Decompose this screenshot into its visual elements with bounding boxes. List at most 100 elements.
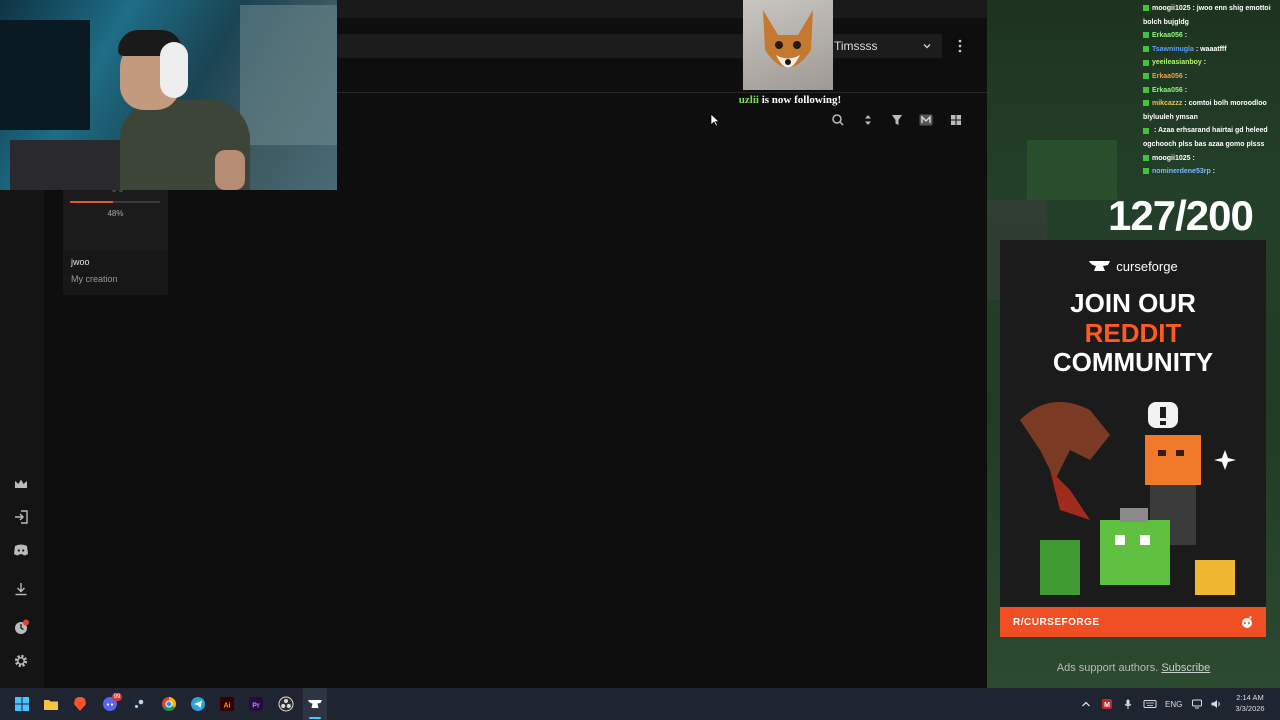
clock-time: 2:14 AM (1236, 693, 1264, 702)
premiere-icon[interactable]: Pr (248, 696, 264, 712)
chat-message: Erkaa056 : (1143, 84, 1280, 98)
sort-icon[interactable] (860, 112, 876, 128)
chat-username: mikcazzz (1152, 100, 1183, 108)
network-icon[interactable] (1191, 698, 1203, 710)
brave-browser-icon[interactable] (72, 696, 88, 712)
follower-name: uzlii (738, 94, 759, 106)
svg-text:Pr: Pr (252, 703, 260, 710)
creation-card[interactable]: Downloading game... 48% jwoo My creation (63, 182, 168, 295)
chat-message: Tsawninugla : waaatfff (1143, 43, 1280, 57)
follow-message: is now following! (758, 94, 842, 106)
chat-username: Erkaa056 (1152, 72, 1183, 80)
subscribe-link[interactable]: Subscribe (1161, 662, 1210, 674)
chat-username: Erkaa056 (1152, 86, 1183, 94)
chat-message: Erkaa056 : (1143, 29, 1280, 43)
chat-separator: : (1182, 72, 1188, 80)
chat-message: : Azaa erhsarand hairtai gd heleed ogcho… (1143, 124, 1280, 151)
user-select-label: Timssss (834, 39, 878, 53)
volume-icon[interactable] (1210, 698, 1222, 710)
chat-message: moogii1025 : (1143, 152, 1280, 166)
fox-icon (763, 10, 813, 68)
filter-icon[interactable] (889, 112, 905, 128)
chat-badge-icon (1143, 86, 1149, 93)
follower-goal-counter: 127/200 (1108, 192, 1254, 239)
ad-footer-text: Ads support authors. (1056, 662, 1159, 674)
illustrator-icon[interactable]: Ai (219, 696, 235, 712)
telegram-icon[interactable] (190, 696, 206, 712)
chat-username: Tsawninugla (1152, 45, 1194, 53)
follow-alert-text: uzlii is now following! (720, 94, 860, 106)
chat-badge-icon (1143, 32, 1149, 39)
chat-badge-icon (1143, 73, 1149, 80)
ad-illustration (1020, 402, 1236, 595)
system-tray: M ENG (1080, 688, 1229, 720)
chat-message: yeeileasianboy : (1143, 56, 1280, 70)
download-icon[interactable] (12, 580, 30, 598)
tray-app-icon[interactable]: M (1101, 698, 1113, 710)
steam-icon[interactable] (131, 696, 147, 712)
ad-brand: curseforge (1000, 259, 1266, 274)
chat-separator: : (1190, 154, 1195, 162)
chat-badge-icon (1143, 45, 1149, 52)
discord-icon[interactable] (12, 541, 30, 559)
chat-overlay: moogii1025 : jwoo enn shig emottoi bolch… (1143, 2, 1280, 179)
reddit-icon (1242, 616, 1252, 628)
chat-badge-icon (1143, 168, 1149, 175)
ad-headline-3: COMMUNITY (1052, 347, 1214, 377)
microphone-icon[interactable] (1122, 698, 1134, 710)
chrome-icon[interactable] (161, 696, 177, 712)
ad-headline-2: REDDIT (1084, 318, 1182, 348)
chat-separator: : (1210, 168, 1216, 176)
chat-separator: : (1182, 32, 1188, 40)
chat-message: mikcazzz : comtoi bolh moroodloo biyluul… (1143, 97, 1280, 124)
settings-gear-icon[interactable] (12, 652, 30, 670)
user-select-dropdown[interactable]: Timssss (828, 34, 942, 58)
chat-username: nominerdene53rp (1152, 168, 1211, 176)
chevron-up-icon[interactable] (1080, 698, 1092, 710)
follow-alert-image (743, 0, 833, 90)
keyboard-icon[interactable] (1143, 698, 1157, 710)
modpack-icon[interactable] (918, 112, 934, 128)
chat-badge-icon (1143, 127, 1149, 134)
creation-subtitle: My creation (71, 274, 118, 284)
chat-username: yeeileasianboy (1152, 59, 1202, 67)
chat-username: moogii1025 (1152, 154, 1191, 162)
ad-footer: Ads support authors. Subscribe (987, 662, 1280, 674)
mouse-cursor-icon (710, 113, 720, 127)
more-options-icon[interactable] (952, 38, 968, 54)
obs-icon[interactable] (278, 696, 294, 712)
crown-icon[interactable] (12, 475, 30, 493)
chat-badge-icon (1143, 154, 1149, 161)
chat-message: nominerdene53rp : (1143, 165, 1280, 179)
creation-name: jwoo (71, 257, 90, 267)
chat-text: Azaa erhsarand hairtai gd heleed ogchooc… (1143, 127, 1268, 148)
search-icon[interactable] (830, 112, 846, 128)
chat-separator: : (1201, 59, 1207, 67)
windows-start-icon[interactable] (14, 696, 30, 712)
curseforge-taskbar-icon[interactable] (307, 696, 323, 712)
chevron-down-icon (923, 44, 931, 49)
language-indicator[interactable]: ENG (1165, 700, 1182, 709)
download-progress-label: 48% (107, 209, 124, 218)
ad-brand-text: curseforge (1116, 259, 1178, 274)
chat-badge-icon (1143, 59, 1149, 66)
chat-text: waaatfff (1200, 45, 1227, 53)
taskbar-clock[interactable]: 2:14 AM 3/3/2026 (1226, 692, 1274, 714)
login-icon[interactable] (12, 508, 30, 526)
ad-headline-1: JOIN OUR (1070, 288, 1196, 318)
file-explorer-icon[interactable] (43, 696, 59, 712)
grid-view-icon[interactable] (948, 112, 964, 128)
active-app-indicator (309, 717, 321, 719)
chat-message: Erkaa056 : (1143, 70, 1280, 84)
webcam-overlay (0, 0, 337, 190)
chat-message: moogii1025 : jwoo enn shig emottoi bolch… (1143, 2, 1280, 29)
curseforge-anvil-icon (1089, 261, 1111, 271)
left-sidebar (0, 190, 44, 688)
chat-username: moogii1025 (1152, 5, 1191, 12)
chat-badge-icon (1143, 5, 1149, 12)
notifications-icon[interactable] (12, 618, 30, 636)
curseforge-ad[interactable]: curseforge JOIN OUR REDDIT COMMUNITY R/C… (1000, 240, 1266, 637)
ad-cta-button[interactable]: R/CURSEFORGE (1000, 607, 1266, 637)
chat-username: Erkaa056 (1152, 32, 1183, 40)
download-progress-fill (70, 201, 114, 203)
